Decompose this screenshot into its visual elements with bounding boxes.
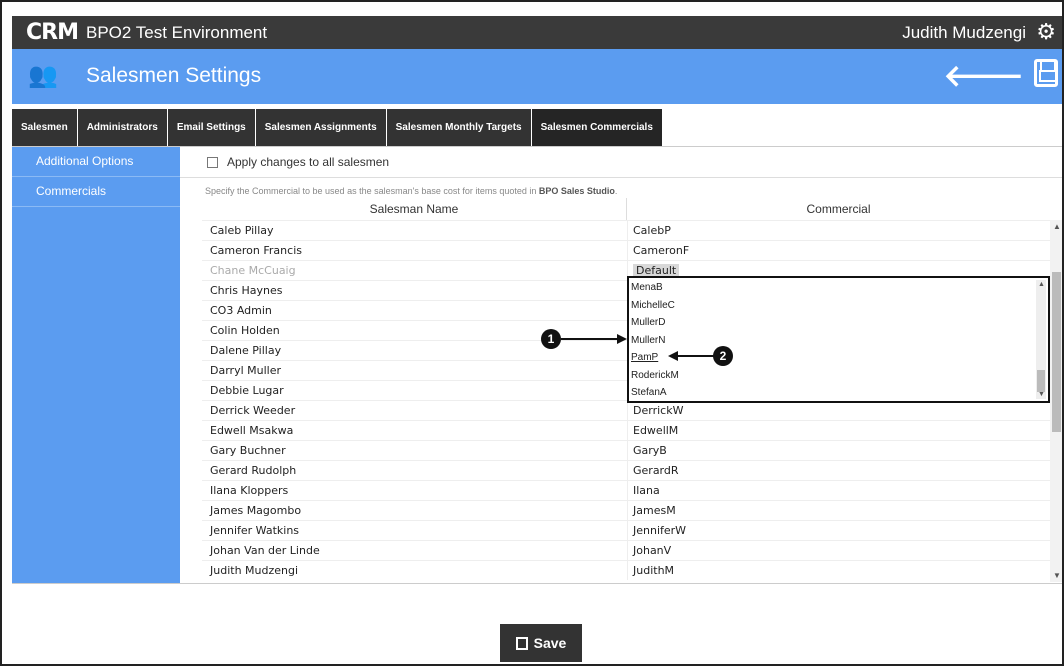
- table-scrollbar[interactable]: ▲ ▼: [1050, 220, 1062, 582]
- gear-icon[interactable]: ⚙: [1036, 19, 1056, 45]
- commercial-cell[interactable]: GerardR: [627, 461, 1050, 480]
- salesman-name-cell: Dalene Pillay: [210, 344, 282, 357]
- tab-administrators[interactable]: Administrators: [77, 109, 167, 146]
- dropdown-option[interactable]: MullerD: [631, 314, 1036, 332]
- dropdown-option[interactable]: MichelleC: [631, 297, 1036, 315]
- section-divider: [180, 177, 1062, 178]
- table-row[interactable]: Cameron Francis CameronF: [202, 240, 1050, 260]
- salesman-name-cell: Gary Buchner: [210, 444, 286, 457]
- save-icon: [515, 636, 528, 650]
- salesman-name-cell: Derrick Weeder: [210, 404, 296, 417]
- commercial-cell[interactable]: Ilana: [627, 481, 1050, 500]
- table-row[interactable]: Gary Buchner GaryB: [202, 440, 1050, 460]
- crm-logo: CRM: [26, 20, 79, 45]
- sidebar-item-additional-options[interactable]: Additional Options: [12, 147, 180, 177]
- column-header-salesman-name: Salesman Name: [202, 198, 627, 220]
- user-name[interactable]: Judith Mudzengi: [902, 23, 1026, 43]
- save-disk-icon[interactable]: [1034, 59, 1058, 87]
- salesman-name-cell: Ilana Kloppers: [210, 484, 289, 497]
- users-icon: 👥: [28, 62, 58, 89]
- dropdown-option[interactable]: RoderickM: [631, 367, 1036, 385]
- table-row[interactable]: Caleb Pillay CalebP: [202, 220, 1050, 240]
- app-frame: CRM BPO2 Test Environment Judith Mudzeng…: [0, 0, 1064, 666]
- salesman-name-cell: Darryl Muller: [210, 364, 281, 377]
- commercial-cell[interactable]: CalebP: [627, 221, 1050, 240]
- salesman-name-cell: Judith Mudzengi: [210, 564, 299, 577]
- callout-arrowhead-1: [617, 334, 627, 344]
- save-button[interactable]: Save: [500, 624, 582, 662]
- save-button-label: Save: [533, 635, 567, 651]
- commercials-table: Salesman Name Commercial Caleb Pillay Cal…: [202, 198, 1050, 580]
- apply-all-option[interactable]: Apply changes to all salesmen: [207, 155, 389, 169]
- table-row[interactable]: Derrick Weeder DerrickW: [202, 400, 1050, 420]
- table-header: Salesman Name Commercial: [202, 198, 1050, 220]
- sidebar-item-commercials[interactable]: Commercials: [12, 177, 180, 207]
- callout-arrowhead-2: [668, 351, 678, 361]
- commercial-cell[interactable]: JamesM: [627, 501, 1050, 520]
- callout-marker-1: 1: [541, 329, 561, 349]
- dropdown-options: MenaB MichelleC MullerD MullerN PamP Roderick…: [631, 279, 1036, 402]
- salesman-name-cell: Chane McCuaig: [210, 264, 296, 277]
- back-arrow-icon[interactable]: 🡐: [944, 58, 1024, 94]
- dropdown-scroll-up-icon[interactable]: ▲: [1038, 281, 1045, 288]
- table-row[interactable]: Judith Mudzengi JudithM: [202, 560, 1050, 580]
- commercial-cell[interactable]: DerrickW: [627, 401, 1050, 420]
- app-title: BPO2 Test Environment: [86, 23, 268, 42]
- commercial-description: Specify the Commercial to be used as the…: [205, 186, 617, 196]
- dropdown-option[interactable]: MullerN: [631, 332, 1036, 350]
- scroll-up-icon[interactable]: ▲: [1053, 222, 1061, 231]
- tab-salesmen-commercials[interactable]: Salesmen Commercials: [531, 109, 662, 146]
- table-row[interactable]: James Magombo JamesM: [202, 500, 1050, 520]
- dropdown-scrollbar-thumb[interactable]: [1037, 370, 1045, 392]
- tab-salesmen[interactable]: Salesmen: [12, 109, 77, 146]
- page-title: Salesmen Settings: [86, 64, 262, 87]
- salesman-name-cell: Debbie Lugar: [210, 384, 284, 397]
- salesman-name-cell: Gerard Rudolph: [210, 464, 297, 477]
- table-row[interactable]: Ilana Kloppers Ilana: [202, 480, 1050, 500]
- apply-all-checkbox[interactable]: [207, 156, 218, 168]
- dropdown-option[interactable]: PamP: [631, 349, 1036, 367]
- salesman-name-cell: Edwell Msakwa: [210, 424, 294, 437]
- tab-salesmen-monthly-targets[interactable]: Salesmen Monthly Targets: [386, 109, 531, 146]
- callout-marker-2: 2: [713, 346, 733, 366]
- page-header: 👥 Salesmen Settings 🡐: [12, 49, 1062, 104]
- salesman-name-cell: James Magombo: [210, 504, 302, 517]
- salesman-name-cell: Caleb Pillay: [210, 224, 274, 237]
- commercial-cell[interactable]: JudithM: [627, 561, 1050, 580]
- callout-arrow-1: [561, 338, 619, 340]
- sidebar: Additional Options Commercials: [12, 147, 180, 583]
- apply-all-label: Apply changes to all salesmen: [227, 155, 390, 169]
- table-row[interactable]: Gerard Rudolph GerardR: [202, 460, 1050, 480]
- dropdown-option[interactable]: MenaB: [631, 279, 1036, 297]
- commercial-cell[interactable]: GaryB: [627, 441, 1050, 460]
- table-row[interactable]: Johan Van der Linde JohanV: [202, 540, 1050, 560]
- salesman-name-cell: CO3 Admin: [210, 304, 272, 317]
- settings-tabs: Salesmen Administrators Email Settings S…: [12, 109, 663, 146]
- commercial-cell[interactable]: JohanV: [627, 541, 1050, 560]
- description-end: .: [614, 186, 618, 196]
- salesman-name-cell: Chris Haynes: [210, 284, 283, 297]
- commercial-cell[interactable]: EdwellM: [627, 421, 1050, 440]
- description-text: Specify the Commercial to be used as the…: [205, 186, 539, 196]
- content-bottom-divider: [12, 583, 1062, 584]
- commercial-dropdown-list[interactable]: MenaB MichelleC MullerD MullerN PamP Roderick…: [627, 276, 1050, 403]
- salesman-name-cell: Johan Van der Linde: [210, 544, 320, 557]
- commercial-cell[interactable]: CameronF: [627, 241, 1050, 260]
- salesman-name-cell: Cameron Francis: [210, 244, 302, 257]
- product-name: BPO Sales Studio: [538, 186, 615, 196]
- dropdown-scrollbar[interactable]: ▲ ▼: [1036, 280, 1046, 399]
- table-row[interactable]: Jennifer Watkins JenniferW: [202, 520, 1050, 540]
- dropdown-option[interactable]: StefanA: [631, 384, 1036, 402]
- column-header-commercial: Commercial: [806, 202, 871, 216]
- tab-salesmen-assignments[interactable]: Salesmen Assignments: [255, 109, 386, 146]
- scroll-down-icon[interactable]: ▼: [1053, 571, 1061, 580]
- top-bar: CRM BPO2 Test Environment Judith Mudzeng…: [12, 16, 1062, 49]
- dropdown-scroll-down-icon[interactable]: ▼: [1038, 391, 1045, 398]
- salesman-name-cell: Jennifer Watkins: [210, 524, 300, 537]
- commercial-cell[interactable]: JenniferW: [627, 521, 1050, 540]
- tab-email-settings[interactable]: Email Settings: [167, 109, 255, 146]
- scrollbar-thumb[interactable]: [1052, 272, 1061, 432]
- callout-arrow-2: [678, 355, 714, 357]
- table-row[interactable]: Edwell Msakwa EdwellM: [202, 420, 1050, 440]
